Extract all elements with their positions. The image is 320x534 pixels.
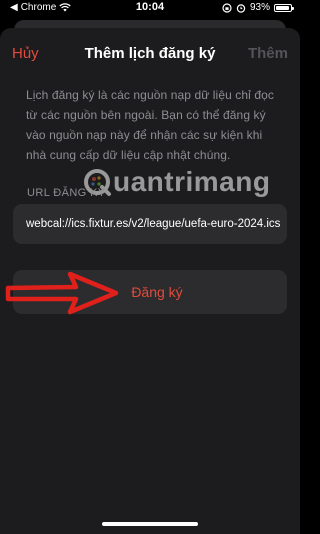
- annotation-arrow-icon: [5, 271, 119, 315]
- url-field[interactable]: webcal://ics.fixtur.es/v2/league/uefa-eu…: [13, 204, 287, 244]
- battery-fill: [276, 5, 289, 10]
- url-section-label: URL ĐĂNG KÝ: [27, 187, 106, 199]
- url-value: webcal://ics.fixtur.es/v2/league/uefa-eu…: [26, 218, 281, 230]
- home-indicator: [102, 522, 198, 526]
- watermark: uantrimang: [82, 166, 270, 198]
- description-text: Lịch đăng ký là các nguồn nạp dữ liệu ch…: [26, 88, 275, 162]
- lock-rotation-icon: [222, 2, 232, 13]
- alarm-icon: [236, 3, 246, 13]
- status-bar: ◀ Chrome 10:04 93%: [0, 0, 300, 16]
- add-button[interactable]: Thêm: [248, 45, 288, 62]
- battery-percent: 93%: [249, 2, 270, 13]
- watermark-text: uantrimang: [113, 166, 271, 197]
- battery-icon: [274, 3, 294, 12]
- nav-bar: Hủy Thêm lịch đăng ký Thêm: [0, 28, 300, 80]
